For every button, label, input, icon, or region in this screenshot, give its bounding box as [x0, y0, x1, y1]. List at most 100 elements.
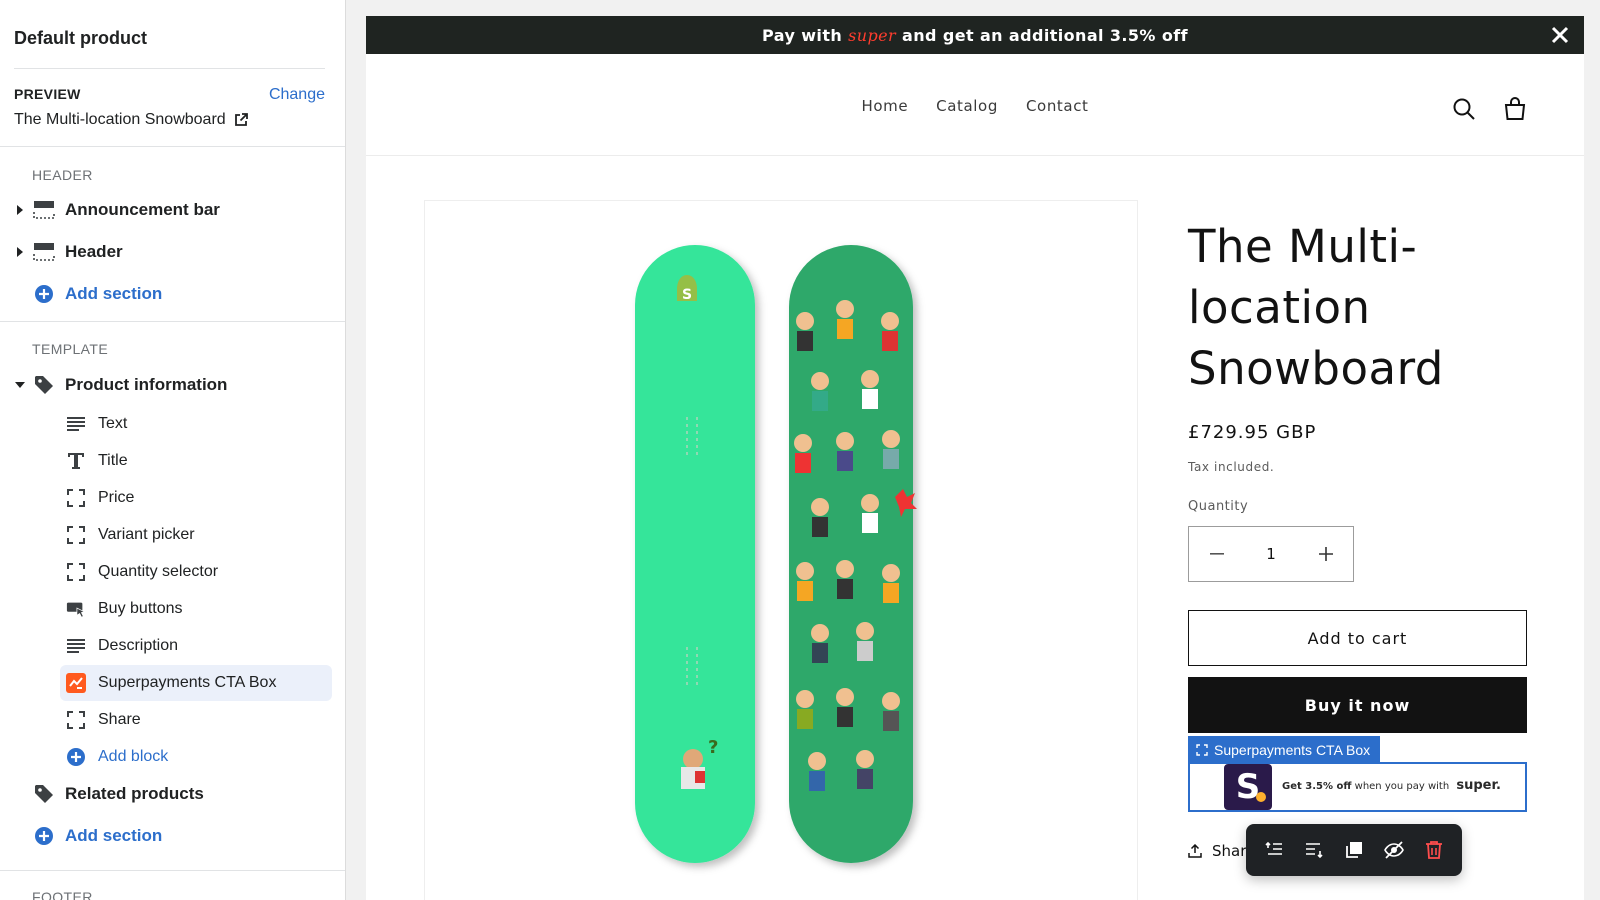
change-preview-link[interactable]: Change	[269, 86, 325, 104]
buy-it-now-button[interactable]: Buy it now	[1188, 677, 1527, 733]
caret-right-icon[interactable]	[15, 247, 25, 257]
delete-button[interactable]	[1418, 834, 1450, 866]
block-label: Price	[98, 489, 135, 506]
quantity-input[interactable]: 1	[1244, 545, 1298, 563]
share-button[interactable]: Shar	[1188, 842, 1246, 860]
plus-circle-icon	[66, 747, 86, 767]
move-up-icon	[1265, 841, 1282, 855]
add-section-template-button[interactable]: Add section	[0, 818, 345, 854]
tax-note: Tax included.	[1188, 460, 1275, 474]
block-label: Variant picker	[98, 526, 195, 543]
increase-quantity-button[interactable]	[1298, 527, 1353, 581]
announcement-text-after: and get an additional 3.5% off	[902, 25, 1188, 45]
cart-icon[interactable]	[1502, 96, 1528, 122]
add-section-label: Add section	[65, 284, 163, 303]
section-related-products[interactable]: Related products	[0, 776, 345, 812]
section-header[interactable]: Header	[0, 234, 345, 270]
add-section-header-button[interactable]: Add section	[0, 276, 345, 312]
product-title: The Multi-location Snowboard	[1188, 220, 1444, 395]
block-label: Quantity selector	[98, 563, 219, 580]
block-quantity-selector[interactable]: Quantity selector	[60, 554, 332, 590]
section-announcement-bar[interactable]: Announcement bar	[0, 192, 345, 228]
block-title[interactable]: Title	[60, 443, 332, 479]
move-down-icon	[1306, 843, 1323, 859]
store-preview: Pay with super and get an additional 3.5…	[366, 16, 1584, 900]
product-media[interactable]: S ?	[424, 200, 1138, 900]
plus-circle-icon	[33, 283, 55, 305]
block-label: Title	[98, 452, 128, 469]
nav-link-contact[interactable]: Contact	[1026, 97, 1089, 115]
duplicate-button[interactable]	[1338, 834, 1370, 866]
divider	[0, 146, 345, 147]
super-logo: S	[1224, 764, 1272, 810]
section-label: Product information	[65, 375, 228, 394]
block-share[interactable]: Share	[60, 702, 332, 738]
block-floating-toolbar	[1246, 824, 1462, 876]
announcement-bar[interactable]: Pay with super and get an additional 3.5…	[366, 16, 1584, 54]
external-link-icon[interactable]	[234, 113, 248, 127]
template-group-label: TEMPLATE	[32, 341, 109, 357]
cta-block-tag[interactable]: Superpayments CTA Box	[1188, 736, 1381, 764]
eye-off-icon	[1384, 841, 1404, 859]
block-buy-buttons[interactable]: Buy buttons	[60, 591, 332, 627]
snowboard-image: S ?	[635, 245, 917, 863]
footer-group-label: FOOTER	[32, 889, 93, 900]
hide-button[interactable]	[1378, 834, 1410, 866]
cta-discount: Get 3.5% off	[1282, 781, 1352, 792]
announcement-text-before: Pay with	[762, 25, 843, 45]
block-description[interactable]: Description	[60, 628, 332, 664]
nav-link-home[interactable]: Home	[861, 97, 908, 115]
superpayments-cta-box[interactable]: S Get 3.5% off when you pay with super.	[1188, 762, 1527, 812]
move-up-button[interactable]	[1258, 834, 1290, 866]
layout-section-icon	[33, 199, 55, 221]
cta-brand: super.	[1456, 778, 1501, 793]
preview-product-name: The Multi-location Snowboard	[14, 111, 226, 128]
block-bracket-icon	[66, 525, 86, 545]
trash-icon	[1426, 841, 1442, 859]
move-down-button[interactable]	[1298, 834, 1330, 866]
caret-right-icon[interactable]	[15, 205, 25, 215]
search-icon[interactable]	[1452, 97, 1476, 121]
minus-icon	[1209, 553, 1224, 555]
block-text[interactable]: Text	[60, 406, 332, 442]
block-label: Buy buttons	[98, 600, 183, 617]
decrease-quantity-button[interactable]	[1189, 527, 1244, 581]
plus-circle-icon	[33, 825, 55, 847]
template-title: Default product	[14, 28, 147, 48]
preview-product[interactable]: The Multi-location Snowboard	[14, 111, 248, 129]
add-block-button[interactable]: Add block	[60, 739, 332, 775]
add-block-label: Add block	[98, 748, 169, 765]
svg-text:?: ?	[708, 737, 718, 758]
theme-editor-sidebar: Default product PREVIEW Change The Multi…	[0, 0, 346, 900]
store-header: Home Catalog Contact	[366, 60, 1584, 156]
block-bracket-icon	[66, 488, 86, 508]
section-label: Announcement bar	[65, 200, 220, 219]
superpayments-app-icon	[66, 673, 86, 693]
block-label: Share	[98, 711, 141, 728]
duplicate-icon	[1346, 842, 1362, 858]
block-superpayments-cta-box[interactable]: Superpayments CTA Box	[60, 665, 332, 701]
share-label: Shar	[1212, 842, 1247, 860]
close-icon[interactable]	[1550, 25, 1570, 45]
header-group-label: HEADER	[32, 167, 93, 183]
block-label: Superpayments CTA Box	[98, 674, 277, 691]
divider	[0, 870, 345, 871]
buy-button-icon	[66, 599, 86, 619]
title-t-icon	[66, 451, 86, 471]
block-variant-picker[interactable]: Variant picker	[60, 517, 332, 553]
section-product-information[interactable]: Product information	[0, 367, 345, 403]
quantity-selector: 1	[1188, 526, 1354, 582]
preview-label: PREVIEW	[14, 86, 81, 102]
block-label: Text	[98, 415, 128, 432]
product-price: £729.95 GBP	[1188, 422, 1317, 443]
block-price[interactable]: Price	[60, 480, 332, 516]
section-label: Related products	[65, 784, 204, 803]
plus-icon	[1318, 547, 1333, 561]
block-bracket-icon	[66, 562, 86, 582]
section-label: Header	[65, 242, 123, 261]
add-section-label: Add section	[65, 826, 163, 845]
caret-down-icon[interactable]	[15, 380, 25, 390]
add-to-cart-button[interactable]: Add to cart	[1188, 610, 1527, 666]
main-nav: Home Catalog Contact	[366, 97, 1584, 115]
nav-link-catalog[interactable]: Catalog	[936, 97, 998, 115]
